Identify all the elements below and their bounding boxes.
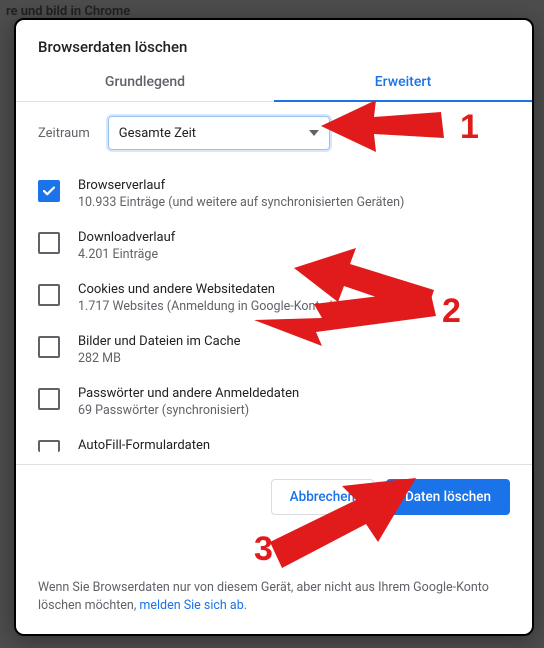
item-sub: 282 MB [78,351,241,366]
tab-basic[interactable]: Grundlegend [16,62,274,101]
tab-advanced[interactable]: Erweitert [274,62,532,102]
checkbox-autofill[interactable] [38,440,60,452]
checkbox-cookies[interactable] [38,284,60,306]
clear-data-button[interactable]: Daten löschen [386,479,510,515]
list-item: Cookies und andere Websitedaten 1.717 We… [38,272,510,324]
item-label: Browserverlauf [78,178,404,193]
list-item: Passwörter und andere Anmeldedaten 69 Pa… [38,376,510,428]
data-type-list: Browserverlauf 10.933 Einträge (und weit… [16,168,532,453]
signout-note: Wenn Sie Browserdaten nur von diesem Ger… [16,523,532,635]
list-item: AutoFill-Formulardaten [38,428,510,453]
dialog-body: Zeitraum Gesamte Zeit Browserverlauf 10.… [16,102,532,464]
item-label: Downloadverlauf [78,230,175,245]
item-sub: 1.717 Websites (Anmeldung in Google-Kont… [78,299,413,314]
note-text: Wenn Sie Browserdaten nur von diesem Ger… [38,580,489,614]
dialog-buttons: Abbrechen Daten löschen [16,465,532,523]
item-label: Passwörter und andere Anmeldedaten [78,386,299,401]
item-sub: 69 Passwörter (synchronisiert) [78,403,299,418]
background-page-text: re und bild in Chrome [6,4,130,19]
time-range-label: Zeitraum [38,126,90,141]
note-suffix: . [244,598,247,613]
list-item: Browserverlauf 10.933 Einträge (und weit… [38,168,510,220]
list-item: Downloadverlauf 4.201 Einträge [38,220,510,272]
time-range-select[interactable]: Gesamte Zeit [108,116,330,150]
item-label: Bilder und Dateien im Cache [78,334,241,349]
sign-out-link[interactable]: melden Sie sich ab [139,598,243,613]
item-sub: 4.201 Einträge [78,247,175,262]
checkbox-cache[interactable] [38,336,60,358]
dialog-title: Browserdaten löschen [16,20,532,62]
chevron-down-icon [309,130,319,136]
dialog-tabs: Grundlegend Erweitert [16,62,532,102]
item-sub: 10.933 Einträge (und weitere auf synchro… [78,195,404,210]
item-label: AutoFill-Formulardaten [78,438,210,453]
time-range-value: Gesamte Zeit [119,126,196,141]
clear-browsing-data-dialog: Browserdaten löschen Grundlegend Erweite… [14,18,534,636]
checkbox-download-history[interactable] [38,232,60,254]
checkbox-passwords[interactable] [38,388,60,410]
checkbox-browser-history[interactable] [38,180,60,202]
item-label: Cookies und andere Websitedaten [78,282,413,297]
list-item: Bilder und Dateien im Cache 282 MB [38,324,510,376]
cancel-button[interactable]: Abbrechen [271,479,374,515]
time-range-row: Zeitraum Gesamte Zeit [16,102,532,168]
